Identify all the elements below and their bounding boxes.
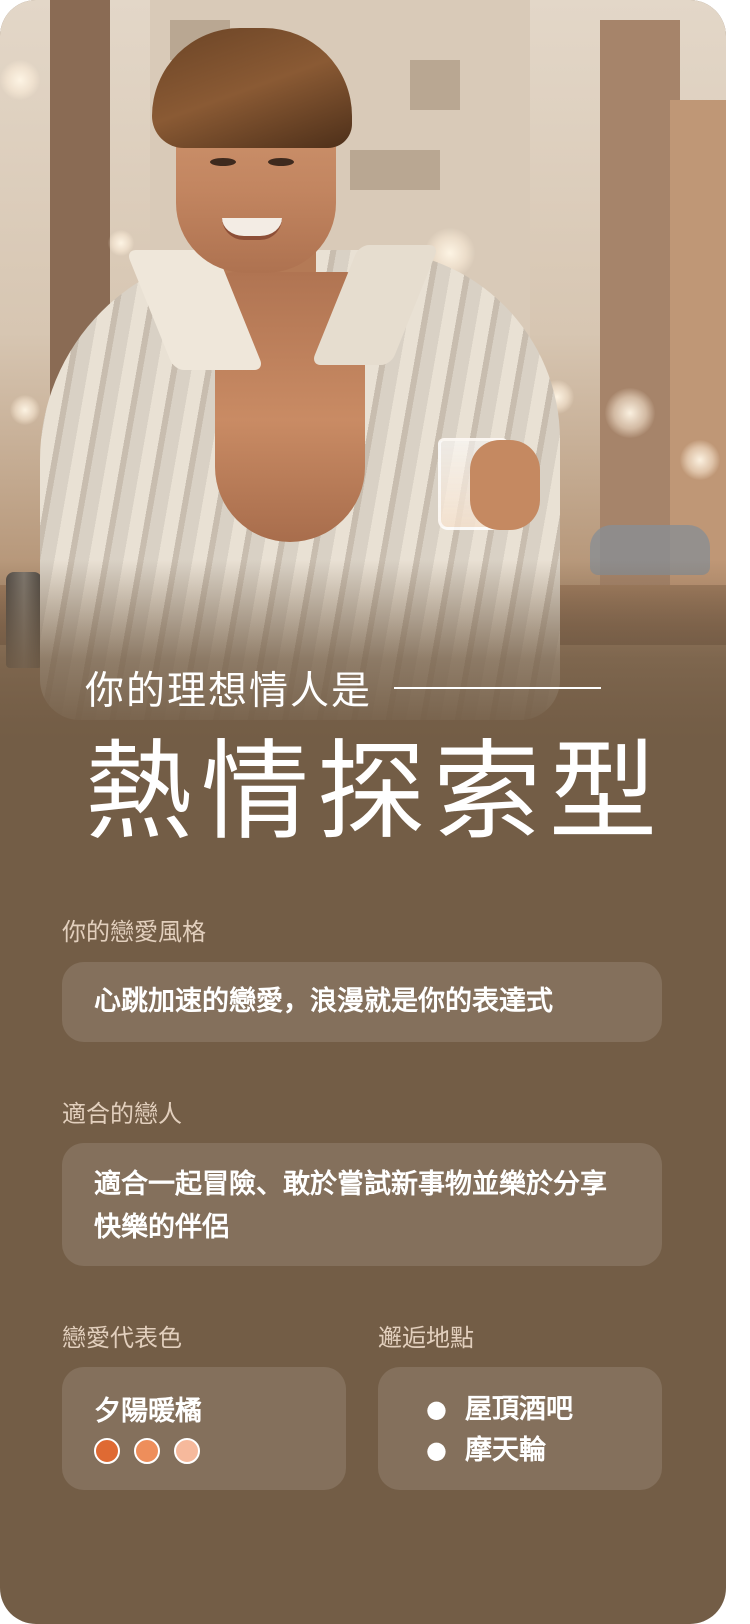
love-style-label: 你的戀愛風格 (62, 918, 206, 946)
bullet-icon: ● (426, 1436, 447, 1464)
swatch-1 (94, 1438, 120, 1464)
love-style-box: 心跳加速的戀愛，浪漫就是你的表達式 (62, 962, 662, 1042)
subtitle-row: 你的理想情人是 (85, 660, 602, 716)
suitable-lover-box: 適合一起冒險、敢於嘗試新事物並樂於分享快樂的伴侶 (62, 1143, 662, 1266)
suitable-lover-text: 適合一起冒險、敢於嘗試新事物並樂於分享快樂的伴侶 (94, 1169, 607, 1244)
result-card: 你的理想情人是 熱情探索型 你的戀愛風格 心跳加速的戀愛，浪漫就是你的表達式 適… (0, 0, 726, 1624)
color-swatches (94, 1438, 314, 1464)
love-color-name: 夕陽暖橘 (94, 1396, 202, 1427)
result-subtitle: 你的理想情人是 (85, 669, 373, 714)
meeting-places-box: ● 屋頂酒吧 ● 摩天輪 (378, 1367, 662, 1490)
subtitle-divider (394, 687, 602, 689)
place-name: 屋頂酒吧 (464, 1394, 573, 1425)
love-color-box: 夕陽暖橘 (62, 1367, 346, 1490)
meeting-places-list: ● 屋頂酒吧 ● 摩天輪 (426, 1389, 614, 1471)
bullet-icon: ● (426, 1395, 447, 1423)
suitable-lover-label: 適合的戀人 (62, 1100, 182, 1128)
swatch-3 (174, 1438, 200, 1464)
love-color-label: 戀愛代表色 (62, 1324, 182, 1352)
meeting-places-label: 邂逅地點 (378, 1324, 474, 1352)
place-name: 摩天輪 (464, 1435, 546, 1466)
hero-illustration (0, 0, 726, 740)
result-title: 熱情探索型 (85, 730, 666, 855)
love-style-text: 心跳加速的戀愛，浪漫就是你的表達式 (94, 986, 553, 1017)
list-item: ● 摩天輪 (426, 1430, 614, 1471)
list-item: ● 屋頂酒吧 (426, 1389, 614, 1430)
swatch-2 (134, 1438, 160, 1464)
